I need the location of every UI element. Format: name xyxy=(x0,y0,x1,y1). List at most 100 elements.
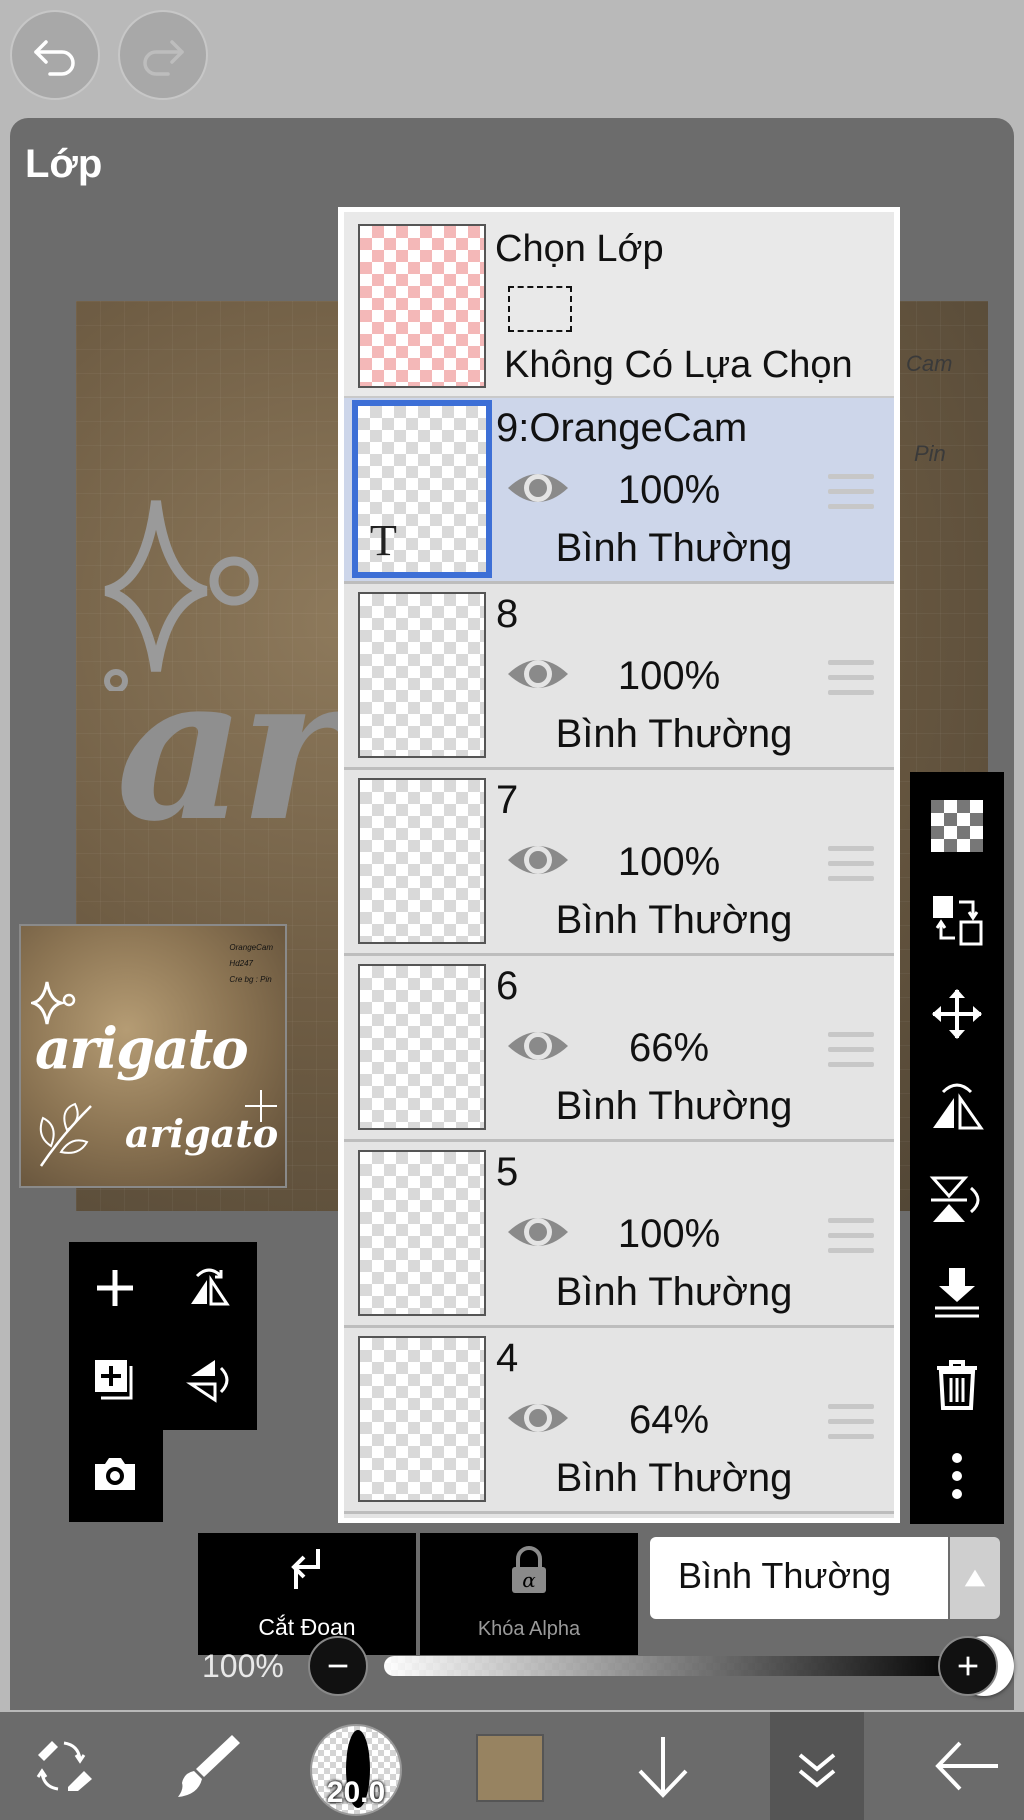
move-button[interactable] xyxy=(910,968,1004,1060)
selection-layer-row[interactable]: Chọn Lớp Không Có Lựa Chọn xyxy=(344,212,894,398)
layer-row[interactable]: 8 100% Bình Thường xyxy=(344,584,894,770)
layer-opacity: 100% xyxy=(617,468,721,512)
triangle-up-icon xyxy=(964,1569,986,1587)
visibility-eye-icon[interactable] xyxy=(504,838,572,882)
canvas-side-text: Pin xyxy=(914,441,946,466)
color-swatch-button[interactable] xyxy=(476,1734,544,1802)
camera-button[interactable] xyxy=(73,1432,157,1516)
brush-size-button[interactable]: 20.0 xyxy=(310,1724,402,1816)
opacity-increase-button[interactable] xyxy=(938,1636,998,1696)
layers-toggle-button[interactable] xyxy=(770,1712,864,1820)
move-icon xyxy=(932,989,982,1039)
opacity-slider-track[interactable] xyxy=(384,1656,964,1676)
more-options-button[interactable] xyxy=(910,1430,1004,1522)
mini-toolbar xyxy=(69,1242,265,1530)
flip-horizontal-tool[interactable] xyxy=(910,1060,1004,1152)
opacity-decrease-button[interactable] xyxy=(308,1636,368,1696)
panel-title: Lớp xyxy=(25,142,103,186)
merge-down-button[interactable] xyxy=(910,1246,1004,1338)
layer-opacity: 64% xyxy=(628,1398,710,1442)
layer-opacity: 100% xyxy=(617,1212,721,1256)
more-vertical-icon xyxy=(952,1453,962,1499)
flip-horizontal-button[interactable] xyxy=(167,1246,251,1330)
redo-button[interactable] xyxy=(118,10,208,100)
drag-handle-icon[interactable] xyxy=(828,846,874,884)
drag-handle-icon[interactable] xyxy=(828,1218,874,1256)
layer-thumbnail xyxy=(358,1336,486,1502)
flip-vertical-tool[interactable] xyxy=(910,1154,1004,1246)
flip-vertical-button[interactable] xyxy=(167,1338,251,1422)
visibility-eye-icon[interactable] xyxy=(504,1024,572,1068)
thumbnail-title: arigato xyxy=(35,1016,249,1082)
layer-opacity: 66% xyxy=(628,1026,710,1070)
drag-handle-icon[interactable] xyxy=(828,1032,874,1070)
layer-blend-mode: Bình Thường xyxy=(555,1270,793,1314)
visibility-eye-icon[interactable] xyxy=(504,652,572,696)
drag-handle-icon[interactable] xyxy=(828,474,874,512)
bottom-toolbar: 20.0 xyxy=(0,1712,1024,1820)
opacity-control: 100% xyxy=(190,1632,1014,1702)
swap-icon xyxy=(933,896,983,946)
layer-tools-column xyxy=(910,772,1004,1524)
layer-row[interactable]: T 9:OrangeCam 100% Bình Thường xyxy=(344,398,894,584)
add-layer-button[interactable] xyxy=(73,1246,157,1330)
canvas-side-text: Cam xyxy=(906,351,953,376)
transparency-button[interactable] xyxy=(910,780,1004,872)
add-copy-layer-button[interactable] xyxy=(73,1338,157,1422)
undo-icon xyxy=(34,40,75,76)
undo-button[interactable] xyxy=(10,10,100,100)
layer-row[interactable]: 7 100% Bình Thường xyxy=(344,770,894,956)
layer-blend-mode: Bình Thường xyxy=(555,526,793,570)
brush-icon xyxy=(178,1735,240,1797)
lock-icon: α xyxy=(512,1546,546,1593)
layer-thumbnail xyxy=(358,964,486,1130)
arrow-left-icon xyxy=(935,1741,998,1791)
swap-layer-button[interactable] xyxy=(910,874,1004,966)
thumbnail-meta: OrangeCam Hd247 Cre bg : Pin xyxy=(229,943,273,984)
layer-row[interactable]: 4 64% Bình Thường xyxy=(344,1328,894,1514)
transform-eraser-icon xyxy=(36,1741,92,1791)
trash-icon xyxy=(937,1360,977,1410)
drag-handle-icon[interactable] xyxy=(828,660,874,698)
layer-blend-mode: Bình Thường xyxy=(555,1456,793,1500)
brush-tool-button[interactable] xyxy=(160,1712,254,1820)
selection-status: Không Có Lựa Chọn xyxy=(504,344,853,386)
plus-icon xyxy=(958,1656,978,1676)
layer-row[interactable]: 5 100% Bình Thường xyxy=(344,1142,894,1328)
layer-name: 7 xyxy=(496,778,519,822)
layer-thumbnail xyxy=(358,778,486,944)
layer-blend-mode: Bình Thường xyxy=(555,898,793,942)
blend-mode-select[interactable]: Bình Thường xyxy=(650,1537,948,1619)
layer-thumbnail: T xyxy=(352,400,492,578)
drag-handle-icon[interactable] xyxy=(828,1404,874,1442)
visibility-eye-icon[interactable] xyxy=(504,1396,572,1440)
delete-layer-button[interactable] xyxy=(910,1338,1004,1430)
arrow-down-icon xyxy=(638,1737,688,1798)
flip-horizontal-icon xyxy=(933,1083,984,1130)
double-chevron-down-icon xyxy=(798,1753,836,1788)
canvas-thumbnail[interactable]: OrangeCam Hd247 Cre bg : Pin arigato ari… xyxy=(19,924,287,1188)
checkerboard-icon xyxy=(931,800,983,852)
layer-name: 4 xyxy=(496,1336,519,1380)
visibility-eye-icon[interactable] xyxy=(504,466,572,510)
layer-name: 5 xyxy=(496,1150,519,1194)
blend-mode-dropdown-button[interactable] xyxy=(950,1537,1000,1619)
layer-thumbnail xyxy=(358,592,486,758)
clip-arrow-icon xyxy=(291,1549,320,1589)
layer-blend-mode: Bình Thường xyxy=(555,1084,793,1128)
svg-text:α: α xyxy=(522,1568,536,1592)
back-button[interactable] xyxy=(920,1712,1014,1820)
layers-list: Chọn Lớp Không Có Lựa Chọn T 9:OrangeCam 1… xyxy=(338,207,900,1523)
add-layer-copy-icon xyxy=(95,1360,133,1400)
layer-name: 8 xyxy=(496,592,519,636)
visibility-eye-icon[interactable] xyxy=(504,1210,572,1254)
transform-tool-button[interactable] xyxy=(14,1712,108,1820)
leaf-icon xyxy=(39,1102,92,1167)
opacity-label: 100% xyxy=(202,1648,284,1684)
move-down-button[interactable] xyxy=(616,1712,710,1820)
layer-name: 6 xyxy=(496,964,519,1008)
minus-icon xyxy=(328,1664,348,1668)
selection-marquee-icon xyxy=(508,286,572,332)
layer-opacity: 100% xyxy=(617,654,721,698)
layer-row[interactable]: 6 66% Bình Thường xyxy=(344,956,894,1142)
